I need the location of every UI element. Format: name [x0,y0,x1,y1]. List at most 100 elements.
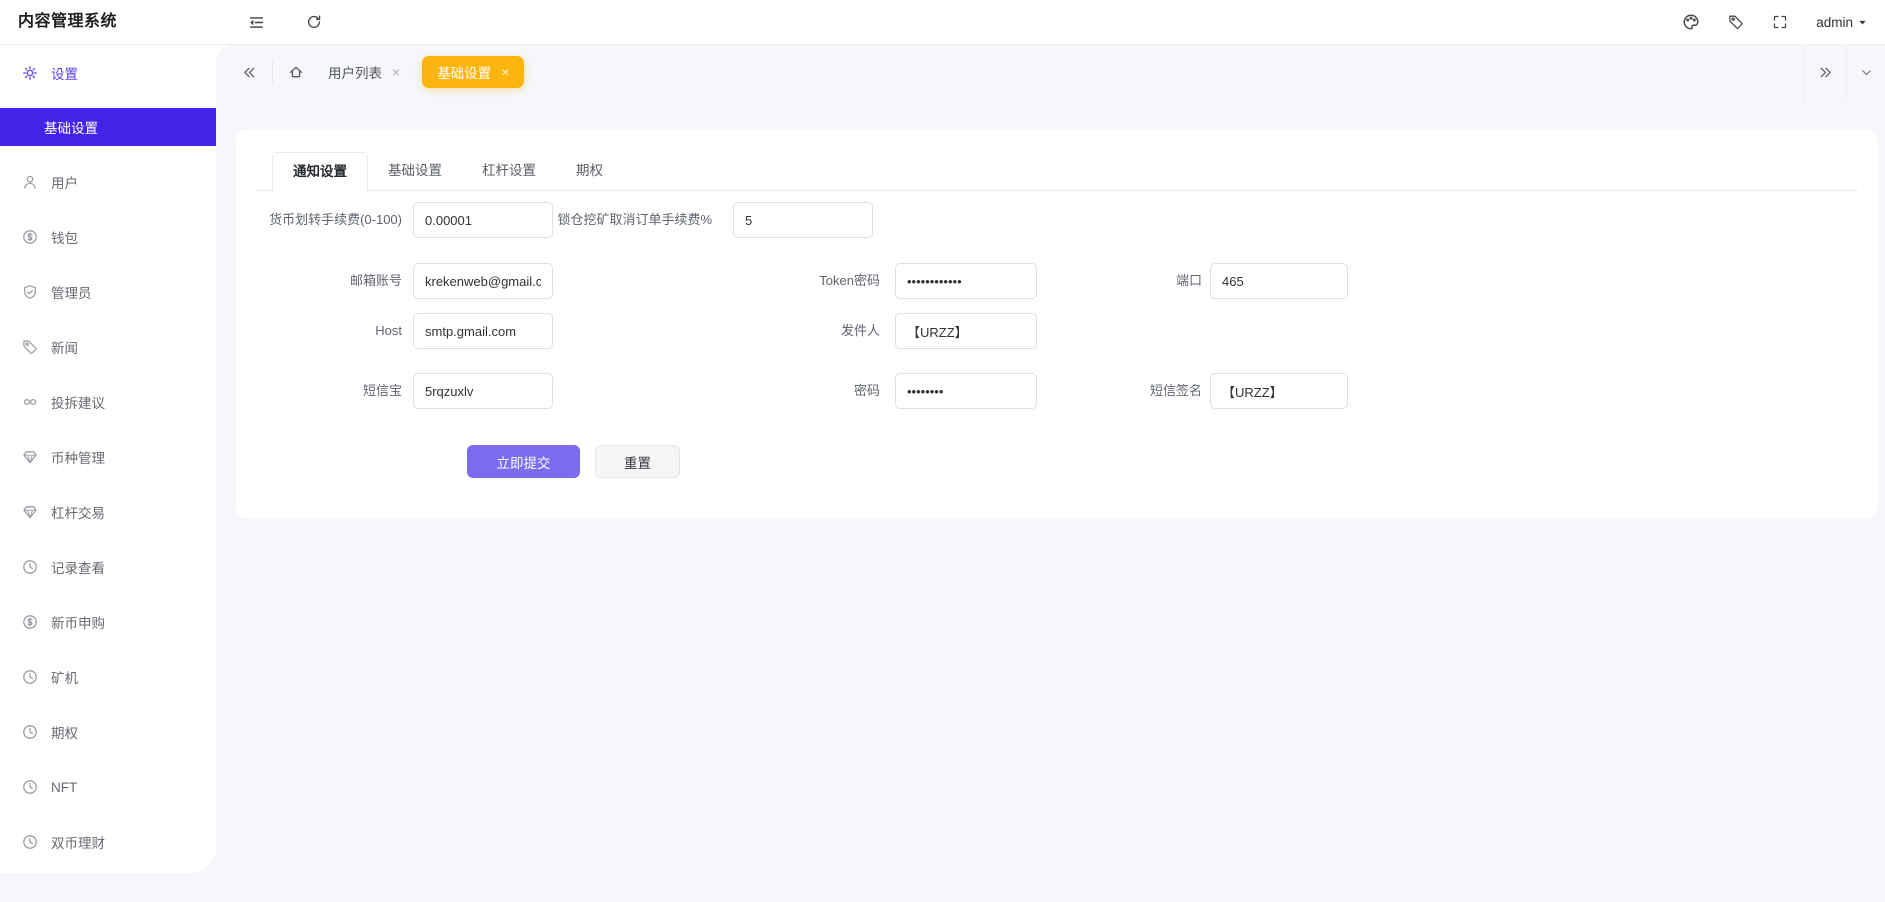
page-tab-user-list[interactable]: 用户列表 × [322,56,406,88]
refresh-icon [306,14,322,30]
page-tab-label: 基础设置 [437,62,491,82]
close-icon[interactable]: × [392,65,400,79]
palette-icon [1682,13,1700,31]
caret-down-icon [1858,18,1867,27]
shield-check-icon [22,284,38,300]
sms-signature-input[interactable] [1210,373,1348,409]
sidebar-item-label: 设置 [51,63,78,83]
token-password-input[interactable] [895,263,1037,299]
fullscreen-icon [1772,14,1788,30]
field-label: 短信签名 [1042,373,1202,409]
field-label: 端口 [1042,263,1202,299]
clock-icon [22,559,38,575]
sidebar-item-0[interactable]: 设置 [0,53,216,93]
port-input[interactable] [1210,263,1348,299]
fullscreen-button[interactable] [1772,14,1788,30]
field-label: 密码 [720,373,880,409]
dollar-circle-icon [22,614,38,630]
sidebar-item-label: 新闻 [51,337,78,357]
host-input[interactable] [413,313,553,349]
double-left-icon [242,65,257,80]
currency-transfer-fee-input[interactable] [413,202,553,238]
user-icon [22,174,38,190]
refresh-button[interactable] [300,0,328,44]
gear-icon [22,65,38,81]
sidebar-item-12[interactable]: 期权 [0,712,216,752]
clock-icon [22,669,38,685]
lockup-cancel-fee-input[interactable] [733,202,873,238]
tab-notify-settings[interactable]: 通知设置 [272,152,368,192]
close-icon[interactable]: × [501,65,509,79]
sidebar-item-label: 钱包 [51,227,78,247]
sidebar-item-5[interactable]: 新闻 [0,327,216,367]
theme-palette-button[interactable] [1682,13,1700,31]
sidebar-item-9[interactable]: 记录查看 [0,547,216,587]
gem-icon [22,449,38,465]
field-label: 邮箱账号 [242,263,402,299]
sidebar-item-11[interactable]: 矿机 [0,657,216,697]
sidebar-item-13[interactable]: NFT [0,767,216,807]
page-tab-basic-settings[interactable]: 基础设置 × [422,56,524,88]
home-button[interactable] [288,64,304,80]
tab-options-button[interactable] [1847,44,1885,100]
scroll-tabs-right-button[interactable] [1803,44,1847,100]
infinity-icon [22,394,38,410]
tab-options[interactable]: 期权 [556,152,623,190]
sidebar-item-4[interactable]: 管理员 [0,272,216,312]
sidebar-item-7[interactable]: 币种管理 [0,437,216,477]
sidebar-subitem-label: 基础设置 [44,117,98,137]
menu-fold-icon [248,14,265,31]
sidebar-item-label: 杠杆交易 [51,502,105,522]
scroll-tabs-left-button[interactable] [242,65,257,80]
menu-fold-button[interactable] [242,0,270,44]
user-menu[interactable]: admin [1816,15,1867,30]
sidebar: 设置基础设置用户钱包管理员新闻投拆建议币种管理杠杆交易记录查看新币申购矿机期权 N… [0,44,216,873]
sidebar-item-14[interactable]: 双币理财 [0,822,216,862]
tag-button[interactable] [1728,14,1744,30]
dollar-circle-icon [22,229,38,245]
app-header: 内容管理系统 admin [0,0,1885,45]
sidebar-item-label: 记录查看 [51,557,105,577]
sidebar-item-3[interactable]: 钱包 [0,217,216,257]
sidebar-item-label: 用户 [51,172,78,192]
sidebar-item-label: NFT [51,780,77,795]
sidebar-item-8[interactable]: 杠杆交易 [0,492,216,532]
page-tab-label: 用户列表 [328,62,382,82]
sidebar-item-label: 新币申购 [51,612,105,632]
clock-icon [22,834,38,850]
field-label: Host [242,313,402,349]
password-input[interactable] [895,373,1037,409]
sidebar-subitem-1[interactable]: 基础设置 [0,108,216,146]
submit-button[interactable]: 立即提交 [467,445,580,478]
settings-tabs: 通知设置 基础设置 杠杆设置 期权 [256,152,1858,191]
tab-leverage-settings[interactable]: 杠杆设置 [462,152,556,190]
email-account-input[interactable] [413,263,553,299]
sidebar-item-2[interactable]: 用户 [0,162,216,202]
field-label: 发件人 [720,313,880,349]
sidebar-item-6[interactable]: 投拆建议 [0,382,216,422]
home-icon [288,64,304,80]
sidebar-item-label: 双币理财 [51,832,105,852]
gem-icon [22,504,38,520]
field-label: Token密码 [720,263,880,299]
reset-button[interactable]: 重置 [595,445,680,478]
tag-icon [22,339,38,355]
field-label: 锁仓挖矿取消订单手续费% [552,202,712,238]
sidebar-item-label: 币种管理 [51,447,105,467]
chevron-down-icon [1860,66,1873,79]
clock-icon [22,779,38,795]
tab-basic-settings[interactable]: 基础设置 [368,152,462,190]
sidebar-item-10[interactable]: 新币申购 [0,602,216,642]
tag-icon [1728,14,1744,30]
sidebar-item-label: 投拆建议 [51,392,105,412]
field-label: 短信宝 [242,373,402,409]
username: admin [1816,15,1853,30]
double-right-icon [1818,65,1833,80]
smsbao-input[interactable] [413,373,553,409]
sidebar-item-label: 期权 [51,722,78,742]
tabs-bar: 用户列表 × 基础设置 × [216,44,1885,100]
settings-card: 通知设置 基础设置 杠杆设置 期权 货币划转手续费(0-100) 锁仓挖矿取消订… [236,130,1878,518]
sender-input[interactable] [895,313,1037,349]
sidebar-item-label: 管理员 [51,282,92,302]
divider [272,61,273,83]
